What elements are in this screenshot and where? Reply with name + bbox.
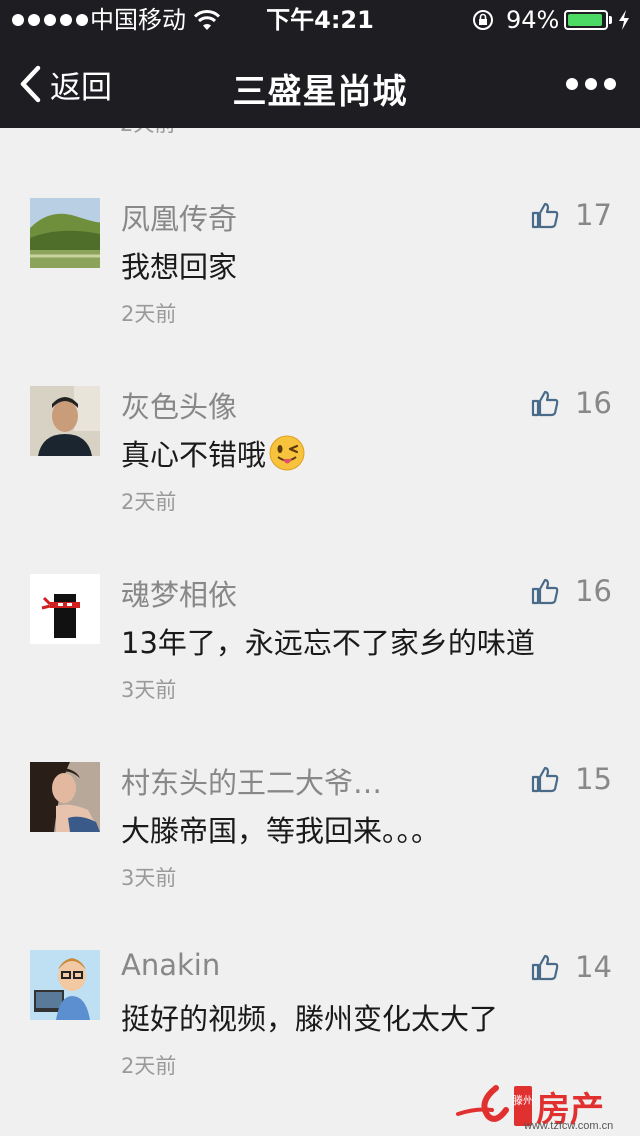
avatar[interactable] [30,574,100,644]
like-count: 16 [575,574,612,608]
like-button[interactable]: 16 [531,574,612,608]
comment-time: 2天前 [121,490,177,514]
like-button[interactable]: 16 [531,386,612,420]
watermark-badge-text: 滕州 [512,1093,534,1107]
comment-text-content: 大滕帝国，等我回来。。。 [121,814,441,848]
avatar[interactable] [30,762,100,832]
comment-item: Anakin 挺好的视频，滕州变化太大了 2天前 14 [0,948,640,1100]
like-count: 16 [575,386,612,420]
man-photo-avatar-image [30,386,100,456]
comment-item: 灰色头像 真心不错哦 2天前 16 [0,386,640,536]
commenter-name: 灰色头像 [121,390,238,424]
comment-item: 魂梦相依 13年了，永远忘不了家乡的味道 3天前 16 [0,574,640,724]
charging-bolt-icon [619,10,629,30]
like-button[interactable]: 14 [531,950,612,984]
more-dot-icon [604,78,616,90]
battery-percent: 94% [506,6,560,34]
like-count: 15 [575,762,612,796]
commenter-name: 魂梦相依 [121,578,238,612]
comment-text-content: 真心不错哦 [121,438,267,472]
winking-tongue-emoji-icon [269,435,305,471]
comment-text: 13年了，永远忘不了家乡的味道 [121,620,535,662]
more-dot-icon [585,78,597,90]
commenter-name: 村东头的王二大爷… [121,766,383,800]
battery-icon [564,10,608,30]
comments-page: 2天前 中国移动 下午4:21 94% [0,0,640,1136]
rotation-lock-icon [473,10,493,30]
avatar[interactable] [30,950,100,1020]
comment-time: 2天前 [121,1054,177,1078]
top-bar: 中国移动 下午4:21 94% 返回 三盛星尚城 [0,0,640,128]
thumbs-up-icon [531,766,559,793]
comment-text-content: 我想回家 [121,250,238,284]
comment-text: 挺好的视频，滕州变化太大了 [121,996,498,1038]
woman-photo-avatar-image [30,762,100,832]
avatar[interactable] [30,198,100,268]
ninja-avatar-image [30,574,100,644]
thumbs-up-icon [531,954,559,981]
cartoon-boy-avatar-image [30,950,100,1020]
navigation-bar: 返回 三盛星尚城 [0,40,640,128]
comment-text-content: 挺好的视频，滕州变化太大了 [121,1002,499,1036]
thumbs-up-icon [531,202,559,229]
thumbs-up-icon [531,390,559,417]
comment-time: 3天前 [121,678,177,702]
watermark-logo: 滕州 房产网 www.tzfcw.com.cn [456,1080,636,1132]
commenter-name: Anakin [121,948,221,982]
landscape-avatar-image [30,198,100,268]
more-options-button[interactable] [566,76,616,92]
like-button[interactable]: 17 [531,198,612,232]
comment-text: 大滕帝国，等我回来。。。 [121,808,440,850]
comment-time: 2天前 [121,302,177,326]
like-button[interactable]: 15 [531,762,612,796]
comment-text-content: 13年了，永远忘不了家乡的味道 [121,626,535,660]
comment-item: 村东头的王二大爷… 大滕帝国，等我回来。。。 3天前 15 [0,762,640,912]
comment-text: 真心不错哦 [121,432,306,474]
battery-nub [609,16,612,24]
status-bar: 中国移动 下午4:21 94% [0,0,640,40]
comment-time: 3天前 [121,866,177,890]
page-title: 三盛星尚城 [232,72,408,112]
comment-text: 我想回家 [121,244,237,286]
thumbs-up-icon [531,578,559,605]
commenter-name: 凤凰传奇 [121,202,238,236]
avatar[interactable] [30,386,100,456]
battery-level-fill [568,14,602,26]
more-dot-icon [566,78,578,90]
comment-item: 凤凰传奇 我想回家 2天前 17 [0,198,640,348]
watermark-url: www.tzfcw.com.cn [524,1120,614,1132]
like-count: 14 [575,950,612,984]
like-count: 17 [575,198,612,232]
